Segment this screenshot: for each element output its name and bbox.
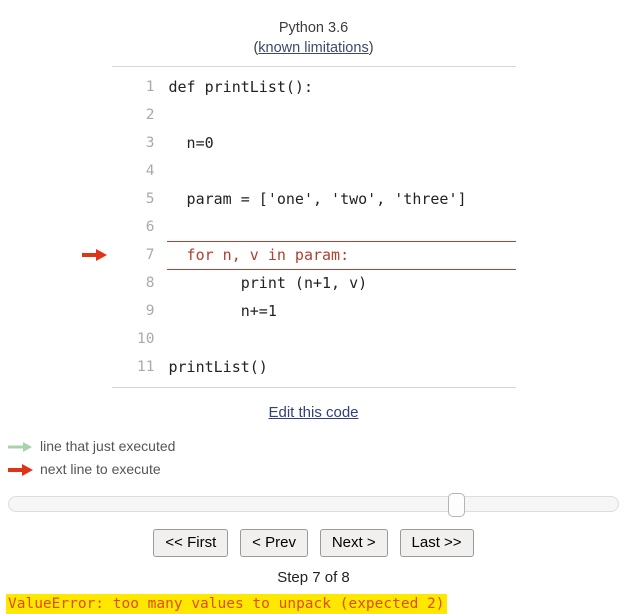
code-line-text: for n, v in param: xyxy=(166,240,516,270)
code-line-row[interactable]: 4 xyxy=(112,157,516,185)
visualizer-header: Python 3.6 (known limitations) xyxy=(0,0,627,58)
code-line-row[interactable]: 7 for n, v in param: xyxy=(81,240,516,270)
navigation-buttons: << First < Prev Next > Last >> xyxy=(0,529,627,557)
legend-label-just-executed: line that just executed xyxy=(40,438,176,454)
code-line-row[interactable]: 8 print (n+1, v) xyxy=(112,269,516,297)
edit-code-row: Edit this code xyxy=(0,404,627,421)
step-slider-track[interactable] xyxy=(8,496,619,512)
code-line-text: n+=1 xyxy=(168,302,277,320)
code-line-row[interactable]: 11 printList() xyxy=(112,353,516,381)
code-line-row[interactable]: 9 n+=1 xyxy=(112,297,516,325)
step-slider-area[interactable] xyxy=(0,493,627,517)
code-line-text xyxy=(167,213,516,241)
paren-close: ) xyxy=(368,40,374,56)
step-slider-handle[interactable] xyxy=(447,493,465,517)
error-message-row: ValueError: too many values to unpack (e… xyxy=(0,594,627,614)
line-number: 7 xyxy=(81,241,167,269)
python-version-label: Python 3.6 xyxy=(278,20,349,36)
next-button[interactable]: Next > xyxy=(319,529,388,557)
code-line-text: param = ['one', 'two', 'three'] xyxy=(168,190,467,208)
code-line-text: print (n+1, v) xyxy=(168,274,368,293)
edit-this-code-link[interactable]: Edit this code xyxy=(268,404,358,421)
line-number: 10 xyxy=(137,331,155,347)
code-line-text xyxy=(167,101,516,129)
code-line-text: printList() xyxy=(168,358,268,376)
line-number: 5 xyxy=(145,191,155,207)
legend-item-next-line: next line to execute xyxy=(8,458,627,481)
code-line-row[interactable]: 10 xyxy=(112,325,516,353)
known-limitations-link[interactable]: known limitations xyxy=(258,40,368,56)
line-number: 2 xyxy=(145,107,155,123)
legend-item-just-executed: line that just executed xyxy=(8,435,627,458)
line-number: 6 xyxy=(145,219,155,235)
code-line-text xyxy=(167,325,516,353)
code-line-row[interactable]: 6 xyxy=(112,213,516,241)
line-number: 1 xyxy=(145,79,155,95)
line-number: 11 xyxy=(137,359,155,375)
code-display: 1 def printList(): 2 3 n=0 4 5 param = ['one'… xyxy=(81,66,516,388)
code-line-text xyxy=(167,157,516,185)
line-number: 9 xyxy=(145,303,155,319)
line-number: 8 xyxy=(145,275,155,291)
line-number: 3 xyxy=(145,135,155,151)
step-counter-label: Step 7 of 8 xyxy=(277,569,350,586)
legend-label-next-line: next line to execute xyxy=(40,461,161,477)
execution-legend: line that just executed next line to exe… xyxy=(8,435,627,481)
code-line-row[interactable]: 3 n=0 xyxy=(112,129,516,157)
next-line-arrow-icon xyxy=(81,248,108,262)
green-arrow-icon xyxy=(8,440,34,454)
code-line-text: def printList(): xyxy=(168,78,314,96)
line-number: 4 xyxy=(145,163,155,179)
error-message: ValueError: too many values to unpack (e… xyxy=(6,594,447,614)
code-table: 1 def printList(): 2 3 n=0 4 5 param = ['one'… xyxy=(81,73,516,381)
code-line-row[interactable]: 5 param = ['one', 'two', 'three'] xyxy=(112,185,516,213)
last-button[interactable]: Last >> xyxy=(399,529,474,557)
code-line-text: n=0 xyxy=(168,134,214,152)
known-limitations-line: (known limitations) xyxy=(0,38,627,58)
first-button[interactable]: << First xyxy=(153,529,229,557)
prev-button[interactable]: < Prev xyxy=(240,529,308,557)
code-line-row[interactable]: 2 xyxy=(112,101,516,129)
red-arrow-icon xyxy=(8,463,34,477)
code-line-row[interactable]: 1 def printList(): xyxy=(112,73,516,101)
